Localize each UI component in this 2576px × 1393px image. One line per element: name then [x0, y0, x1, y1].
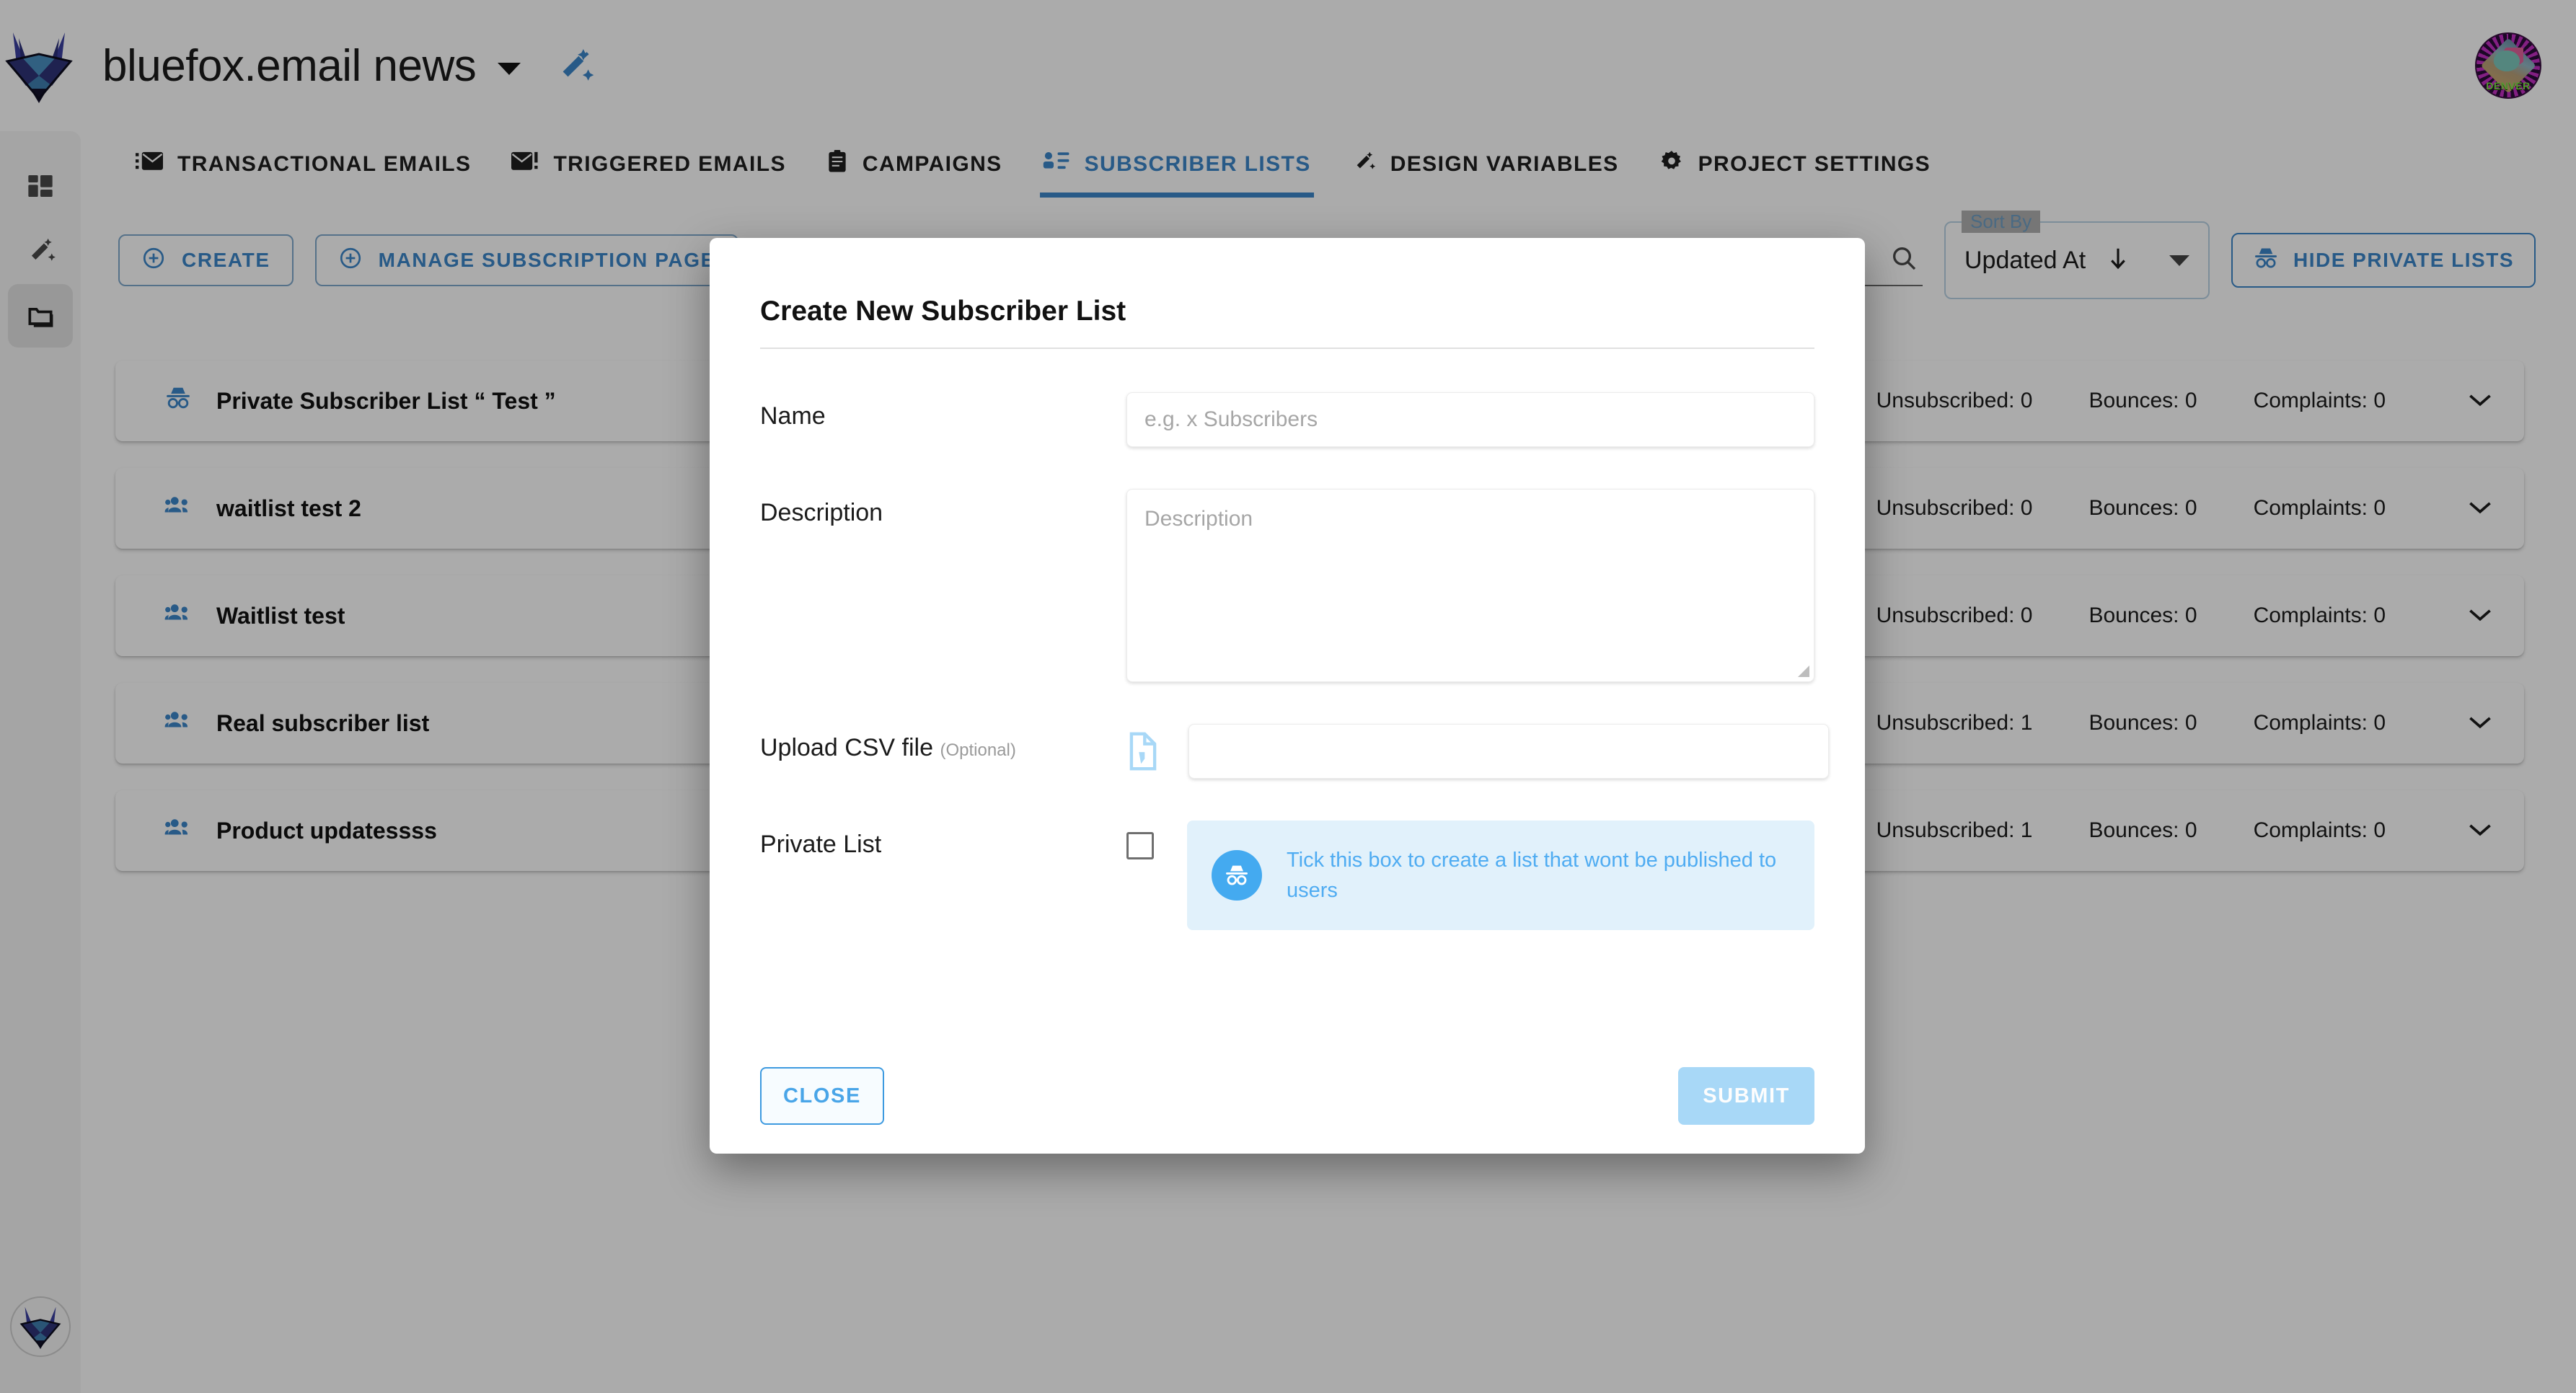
submit-button[interactable]: SUBMIT — [1678, 1067, 1814, 1125]
csv-file-icon — [1126, 731, 1164, 771]
dialog-footer: CLOSE SUBMIT — [710, 1038, 1865, 1154]
description-textarea[interactable]: Description — [1126, 489, 1814, 682]
private-list-label: Private List — [760, 831, 882, 858]
dialog-body: Name e.g. x Subscribers Description Desc… — [710, 349, 1865, 1038]
csv-optional-note: (Optional) — [940, 740, 1016, 760]
close-button[interactable]: CLOSE — [760, 1067, 884, 1125]
csv-label: Upload CSV file (Optional) — [760, 734, 1016, 761]
field-description: Description Description — [760, 489, 1814, 682]
field-private-list: Private List Tick this box to create a l… — [760, 821, 1814, 930]
private-list-tip-text: Tick this box to create a list that wont… — [1287, 848, 1777, 902]
incognito-icon — [1212, 850, 1262, 901]
private-list-checkbox[interactable] — [1126, 832, 1154, 859]
description-placeholder: Description — [1144, 507, 1253, 531]
field-name: Name e.g. x Subscribers — [760, 392, 1814, 447]
private-list-tip: Tick this box to create a list that wont… — [1187, 821, 1814, 930]
name-input-placeholder: e.g. x Subscribers — [1144, 407, 1318, 431]
csv-file-input[interactable] — [1188, 724, 1829, 779]
name-label: Name — [760, 402, 826, 430]
create-subscriber-list-dialog: Create New Subscriber List Name e.g. x S… — [710, 238, 1865, 1154]
description-label: Description — [760, 499, 883, 526]
dialog-title: Create New Subscriber List — [760, 296, 1126, 327]
csv-row — [1126, 724, 1829, 779]
field-upload-csv: Upload CSV file (Optional) — [760, 724, 1829, 779]
name-input[interactable]: e.g. x Subscribers — [1126, 392, 1814, 447]
app-root: bluefox.email news DENVER TRANSACTIONAL … — [0, 0, 2576, 1393]
